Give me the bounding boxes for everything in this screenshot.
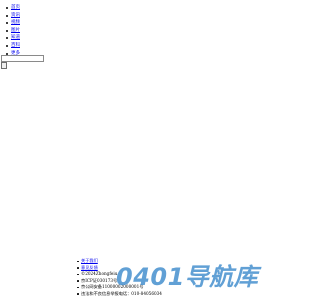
nav-item: 首页 [6, 4, 20, 12]
page: 首页 资讯 视频 图片 知道 百科 更多 关于我们 意见反馈 ©2024Zhon… [0, 0, 300, 300]
icp-license-text: 京ICP证030173号 [81, 277, 118, 283]
nav-link-home[interactable]: 首页 [11, 5, 20, 10]
footer-link-feedback[interactable]: 意见反馈 [81, 265, 98, 270]
nav-link-video[interactable]: 视频 [11, 20, 20, 25]
top-nav: 首页 资讯 视频 图片 知道 百科 更多 [0, 4, 20, 57]
footer-link-about[interactable]: 关于我们 [81, 258, 98, 263]
search-button[interactable] [1, 62, 7, 69]
nav-link-zhidao[interactable]: 知道 [11, 35, 20, 40]
nav-link-baike[interactable]: 百科 [11, 43, 20, 48]
nav-link-images[interactable]: 图片 [11, 28, 20, 33]
nav-link-news[interactable]: 资讯 [11, 13, 20, 18]
nav-item: 百科 [6, 42, 20, 50]
copyright-text: ©2024Zhongfeiu [81, 271, 118, 276]
site-watermark: 0401导航库 [116, 263, 259, 291]
nav-item: 知道 [6, 34, 20, 42]
report-phone-text: 违法和不良信息举报电话：010-84056034 [81, 290, 162, 296]
search-input[interactable] [1, 55, 44, 62]
footer-item: 违法和不良信息举报电话：010-84056034 [77, 290, 162, 298]
nav-item: 图片 [6, 27, 20, 35]
nav-item: 视频 [6, 19, 20, 27]
nav-item: 资讯 [6, 12, 20, 20]
